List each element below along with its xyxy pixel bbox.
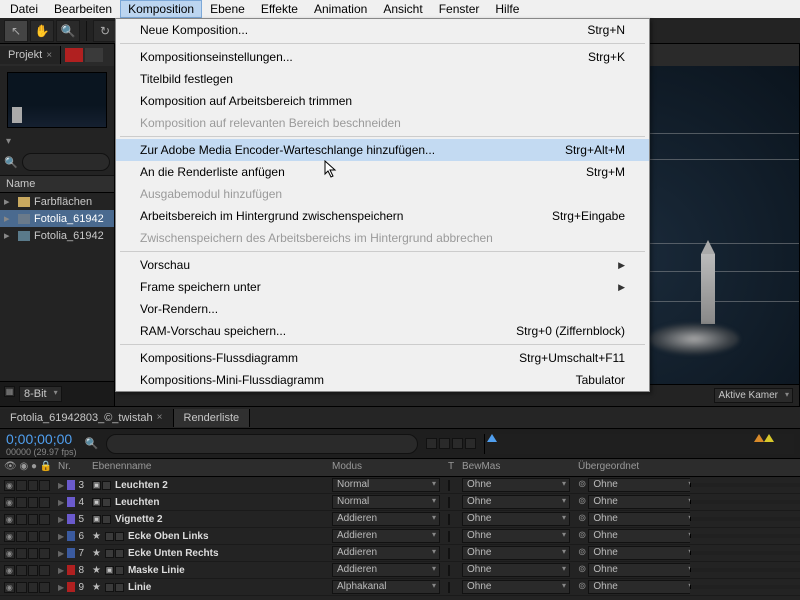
timeline-toggle[interactable] bbox=[439, 438, 450, 449]
rocket-graphic bbox=[701, 254, 715, 324]
timeline-toggle[interactable] bbox=[452, 438, 463, 449]
timeline-tab[interactable]: Fotolia_61942803_©_twistah× bbox=[0, 409, 174, 427]
layer-row[interactable]: ◉▶7★Ecke Unten RechtsAddierenOhne⊚Ohne bbox=[0, 545, 800, 562]
name-column-header[interactable]: Name bbox=[0, 175, 114, 193]
layer-row[interactable]: ◉▶4▣LeuchtenNormalOhne⊚Ohne bbox=[0, 494, 800, 511]
timeline-toggle[interactable] bbox=[465, 438, 476, 449]
menu-item[interactable]: Frame speichern unter▶ bbox=[116, 276, 649, 298]
menu-effekte[interactable]: Effekte bbox=[253, 0, 306, 18]
search-icon: 🔍 bbox=[85, 437, 99, 450]
menubar: DateiBearbeitenKompositionEbeneEffekteAn… bbox=[0, 0, 800, 18]
close-icon[interactable]: × bbox=[46, 50, 52, 61]
timeline-tab[interactable]: Renderliste bbox=[174, 409, 251, 427]
timecode-sub: 00000 (29.97 fps) bbox=[6, 447, 77, 457]
menu-item: Zwischenspeichern des Arbeitsbereichs im… bbox=[116, 227, 649, 249]
layer-row[interactable]: ◉▶9★LinieAlphakanalOhne⊚Ohne bbox=[0, 579, 800, 596]
rotate-tool[interactable]: ↻ bbox=[93, 20, 117, 42]
timecode[interactable]: 0;00;00;00 bbox=[6, 431, 77, 447]
layer-row[interactable]: ◉▶5▣Vignette 2AddierenOhne⊚Ohne bbox=[0, 511, 800, 528]
menu-ebene[interactable]: Ebene bbox=[202, 0, 253, 18]
layer-row[interactable]: ◉▶8★▣Maske LinieAddierenOhne⊚Ohne bbox=[0, 562, 800, 579]
search-icon: 🔍 bbox=[4, 156, 18, 169]
project-btn[interactable]: ▦ bbox=[4, 386, 15, 397]
menu-hilfe[interactable]: Hilfe bbox=[487, 0, 527, 18]
menu-item[interactable]: Komposition auf Arbeitsbereich trimmen bbox=[116, 90, 649, 112]
smoke-graphic bbox=[649, 324, 739, 354]
menu-item[interactable]: Titelbild festlegen bbox=[116, 68, 649, 90]
menu-item[interactable]: Neue Komposition...Strg+N bbox=[116, 19, 649, 41]
menu-item[interactable]: Vor-Rendern... bbox=[116, 298, 649, 320]
menu-ansicht[interactable]: Ansicht bbox=[375, 0, 430, 18]
menu-item[interactable]: Zur Adobe Media Encoder-Warteschlange hi… bbox=[116, 139, 649, 161]
layer-row[interactable]: ◉▶6★Ecke Oben LinksAddierenOhne⊚Ohne bbox=[0, 528, 800, 545]
composition-menu-dropdown: Neue Komposition...Strg+N Kompositionsein… bbox=[115, 18, 650, 392]
menu-item[interactable]: Kompositionseinstellungen...Strg+K bbox=[116, 46, 649, 68]
timeline-search[interactable] bbox=[106, 434, 417, 454]
project-panel: Projekt× ▾ 🔍 Name ▸Farbflächen▸Fotolia_6… bbox=[0, 44, 115, 406]
menu-item[interactable]: Kompositions-Mini-FlussdiagrammTabulator bbox=[116, 369, 649, 391]
project-search[interactable] bbox=[22, 153, 110, 171]
project-item[interactable]: ▸Farbflächen bbox=[0, 193, 114, 210]
layer-row[interactable]: ◉▶3▣Leuchten 2NormalOhne⊚Ohne bbox=[0, 477, 800, 494]
menu-item: Ausgabemodul hinzufügen bbox=[116, 183, 649, 205]
menu-item: Komposition auf relevanten Bereich besch… bbox=[116, 112, 649, 134]
hand-tool[interactable]: ✋ bbox=[30, 20, 54, 42]
project-item[interactable]: ▸Fotolia_61942 bbox=[0, 210, 114, 227]
selection-tool[interactable]: ↖ bbox=[4, 20, 28, 42]
timeline-panel: Fotolia_61942803_©_twistah×Renderliste 0… bbox=[0, 406, 800, 600]
menu-fenster[interactable]: Fenster bbox=[431, 0, 488, 18]
project-item[interactable]: ▸Fotolia_61942 bbox=[0, 227, 114, 244]
active-camera-dropdown[interactable]: Aktive Kamer bbox=[714, 388, 793, 403]
menu-item[interactable]: Kompositions-FlussdiagrammStrg+Umschalt+… bbox=[116, 347, 649, 369]
time-ruler[interactable] bbox=[484, 434, 794, 454]
project-thumbnail bbox=[7, 72, 107, 128]
menu-item[interactable]: Arbeitsbereich im Hintergrund zwischensp… bbox=[116, 205, 649, 227]
menu-komposition[interactable]: Komposition bbox=[120, 0, 202, 18]
menu-bearbeiten[interactable]: Bearbeiten bbox=[46, 0, 120, 18]
zoom-tool[interactable]: 🔍 bbox=[56, 20, 80, 42]
menu-animation[interactable]: Animation bbox=[306, 0, 375, 18]
bit-depth-dropdown[interactable]: 8-Bit bbox=[19, 386, 62, 402]
timeline-toggle[interactable] bbox=[426, 438, 437, 449]
project-tab[interactable]: Projekt× bbox=[0, 46, 61, 64]
menu-item[interactable]: RAM-Vorschau speichern...Strg+0 (Ziffern… bbox=[116, 320, 649, 342]
menu-item[interactable]: An die Renderliste anfügenStrg+M bbox=[116, 161, 649, 183]
menu-datei[interactable]: Datei bbox=[2, 0, 46, 18]
menu-item[interactable]: Vorschau▶ bbox=[116, 254, 649, 276]
